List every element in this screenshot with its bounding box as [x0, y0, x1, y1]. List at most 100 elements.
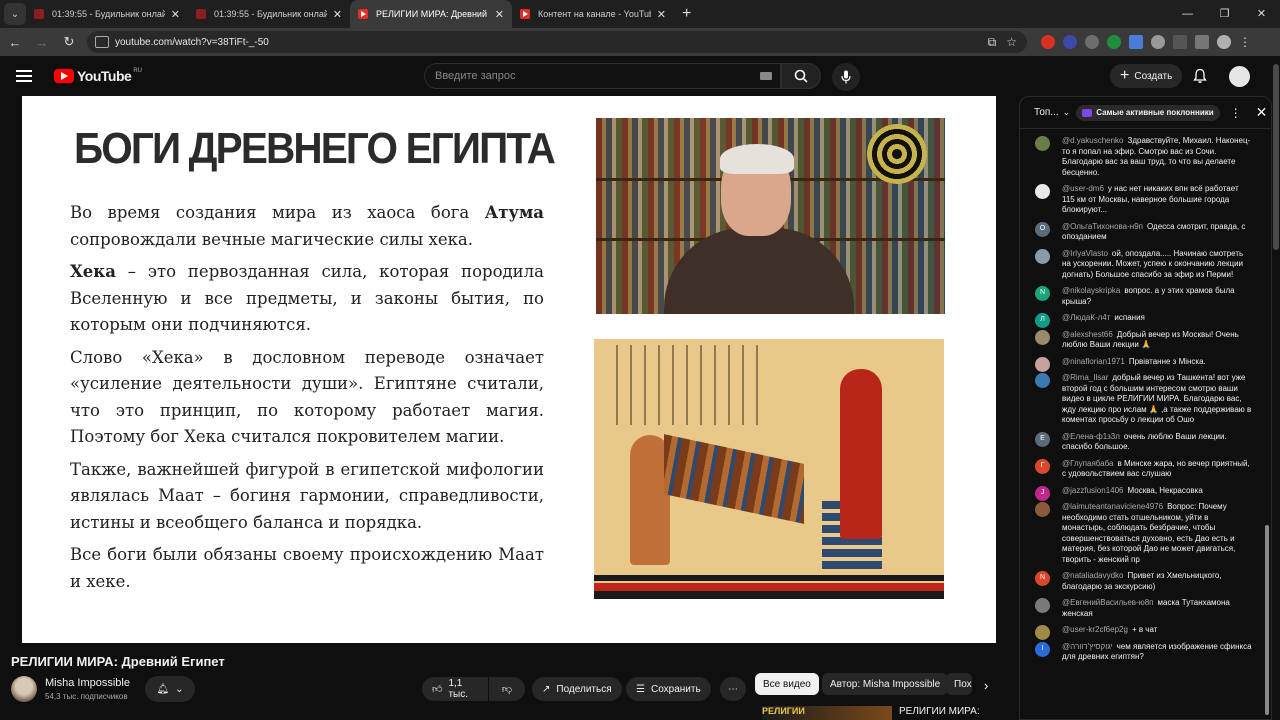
save-button[interactable]: ☰ Сохранить	[626, 677, 711, 701]
chip-all-videos[interactable]: Все видео	[755, 673, 819, 695]
chat-author-avatar[interactable]	[1035, 329, 1050, 345]
keyboard-icon[interactable]	[760, 72, 772, 80]
back-icon[interactable]: ←	[3, 35, 27, 50]
chat-message: @ninaflorian1971 Првівтанне з Мінска.	[1020, 354, 1260, 372]
page-scrollbar[interactable]	[1273, 64, 1279, 250]
chat-author-avatar[interactable]	[1035, 136, 1050, 151]
tab-search-button[interactable]: ⌄	[4, 3, 26, 25]
browser-tab[interactable]: 01:39:55 - Будильник онлайн ✕	[188, 0, 350, 28]
save-label: Сохранить	[650, 683, 701, 695]
close-window-icon[interactable]: ✕	[1243, 0, 1280, 28]
chat-author-name[interactable]: @ninaflorian1971	[1062, 357, 1125, 366]
extension-icon[interactable]	[1063, 35, 1077, 49]
chat-author-name[interactable]: @יגוקסיץ'רוורה	[1062, 642, 1113, 651]
chat-scrollbar[interactable]	[1265, 525, 1269, 715]
chat-message: О @ОльгаТихонова-н9п Одесса смотрит, правд…	[1020, 219, 1260, 246]
site-info-icon[interactable]	[95, 36, 109, 48]
chip-author[interactable]: Автор: Misha Impossible	[822, 673, 949, 695]
chat-message: N @nikolayskripka вопрос. а у этих храмов …	[1020, 283, 1260, 310]
create-button[interactable]: + Создать	[1110, 64, 1183, 88]
chat-more-icon[interactable]: ⋮	[1230, 106, 1242, 120]
browser-tab-strip: ⌄ 01:39:55 - Будильник онлайн ✕ 01:39:55…	[0, 0, 1280, 28]
chat-author-name[interactable]: @laimuteantanaviciene4976	[1062, 502, 1163, 511]
address-bar[interactable]: youtube.com/watch?v=38TiFt-_-50 ⧉ ☆	[87, 31, 1027, 53]
top-fans-button[interactable]: Самые активные поклонники	[1076, 104, 1220, 121]
restore-icon[interactable]: ❐	[1206, 0, 1243, 28]
dislike-button[interactable]: 👎︎	[489, 677, 525, 701]
browser-tab[interactable]: 01:39:55 - Будильник онлайн ✕	[26, 0, 188, 28]
like-button[interactable]: 👍︎ 1,1 тыс.	[422, 677, 488, 701]
recommended-video[interactable]: РЕЛИГИИ РЕЛИГИИ МИРА:	[762, 706, 996, 720]
chat-author-name[interactable]: @ЛюдаК-л4т	[1062, 313, 1110, 322]
menu-icon[interactable]	[16, 70, 32, 82]
chip-related[interactable]: Пох	[946, 673, 972, 695]
chat-author-name[interactable]: @user-kr2cf6ep2g	[1062, 625, 1128, 634]
chat-author-name[interactable]: @ЕвгенийВасильев-ю8п	[1062, 598, 1154, 607]
chat-author-avatar[interactable]: О	[1035, 221, 1050, 237]
presenter-webcam-image	[596, 118, 945, 314]
extensions-puzzle-icon[interactable]	[1173, 35, 1187, 49]
chat-author-name[interactable]: @IrIyaVlasto	[1062, 249, 1108, 258]
extension-icon[interactable]	[1151, 35, 1165, 49]
share-label: Поделиться	[556, 683, 612, 695]
chat-author-avatar[interactable]: N	[1035, 286, 1050, 301]
cast-icon[interactable]: ⧉	[988, 35, 997, 50]
chat-author-avatar[interactable]: Е	[1035, 431, 1050, 447]
channel-name[interactable]: Misha Impossible	[45, 677, 130, 689]
chat-mode-selector[interactable]: Топ...	[1034, 107, 1059, 118]
chat-author-name[interactable]: @user-dm6	[1062, 184, 1104, 193]
search-button[interactable]	[781, 63, 821, 89]
plus-icon: +	[1120, 67, 1130, 84]
media-icon[interactable]	[1195, 35, 1209, 49]
close-chat-icon[interactable]: ✕	[1256, 104, 1268, 121]
close-tab-icon[interactable]: ✕	[495, 8, 504, 21]
extension-icon[interactable]	[1129, 35, 1143, 49]
chat-author-avatar[interactable]	[1035, 248, 1050, 264]
chat-author-name[interactable]: @ОльгаТихонова-н9п	[1062, 222, 1143, 231]
extension-icon[interactable]	[1085, 35, 1099, 49]
chat-message: J @jazzfusion1406 Москва, Некрасовка	[1020, 483, 1260, 501]
browser-menu-icon[interactable]: ⋮	[1239, 35, 1253, 49]
chat-author-name[interactable]: @jazzfusion1406	[1062, 486, 1124, 495]
new-tab-icon[interactable]: +	[682, 5, 691, 23]
chat-author-name[interactable]: @Rima_Ilsar	[1062, 373, 1108, 382]
video-player[interactable]: БОГИ ДРЕВНЕГО ЕГИПТА Во время создания м…	[22, 96, 996, 643]
chat-author-avatar[interactable]	[1035, 184, 1050, 199]
subscription-bell-button[interactable]: 🔔︎ ⌄	[145, 676, 195, 702]
close-tab-icon[interactable]: ✕	[333, 8, 342, 21]
chat-author-name[interactable]: @nataliadavydko	[1062, 571, 1124, 580]
notifications-bell-icon[interactable]	[1192, 68, 1208, 84]
bookmark-star-icon[interactable]: ☆	[1006, 35, 1017, 50]
profile-icon[interactable]	[1217, 35, 1231, 49]
reload-icon[interactable]: ↻	[57, 34, 81, 50]
forward-icon[interactable]: →	[30, 35, 54, 50]
chat-author-avatar[interactable]: Г	[1035, 458, 1050, 474]
close-tab-icon[interactable]: ✕	[657, 8, 666, 21]
more-actions-button[interactable]: ⋯	[720, 677, 746, 701]
extension-icon[interactable]	[1107, 35, 1121, 49]
chat-author-name[interactable]: @Глупаябаба	[1062, 459, 1113, 468]
chevron-down-icon[interactable]: ⌄	[1063, 107, 1071, 118]
microphone-icon	[841, 70, 851, 84]
chat-author-name[interactable]: @alexshest66	[1062, 330, 1113, 339]
search-input[interactable]: Введите запрос	[424, 63, 781, 89]
chat-author-name[interactable]: @Елена-ф1з3л	[1062, 432, 1120, 441]
voice-search-button[interactable]	[832, 63, 860, 91]
youtube-logo[interactable]: YouTube RU	[54, 68, 142, 84]
chat-author-name[interactable]: @nikolayskripka	[1062, 286, 1120, 295]
chat-author-avatar[interactable]	[1035, 373, 1050, 388]
chevron-right-icon[interactable]: ›	[984, 678, 988, 693]
channel-avatar[interactable]	[11, 676, 37, 702]
chat-author-name[interactable]: @d.yakuschenko	[1062, 136, 1124, 145]
close-tab-icon[interactable]: ✕	[171, 8, 180, 21]
chat-author-avatar[interactable]: N	[1035, 571, 1050, 586]
chat-author-avatar[interactable]	[1035, 502, 1050, 517]
browser-tab-active[interactable]: РЕЛИГИИ МИРА: Древний Египет ✕	[350, 0, 512, 28]
minimize-icon[interactable]: —	[1169, 0, 1206, 28]
browser-tab[interactable]: Контент на канале - YouTube Studio ✕	[512, 0, 674, 28]
share-button[interactable]: ↗ Поделиться	[532, 677, 622, 701]
chat-author-avatar[interactable]: I	[1035, 641, 1050, 657]
account-avatar[interactable]	[1229, 66, 1250, 87]
chat-author-avatar[interactable]	[1035, 598, 1050, 613]
extension-icon[interactable]	[1041, 35, 1055, 49]
